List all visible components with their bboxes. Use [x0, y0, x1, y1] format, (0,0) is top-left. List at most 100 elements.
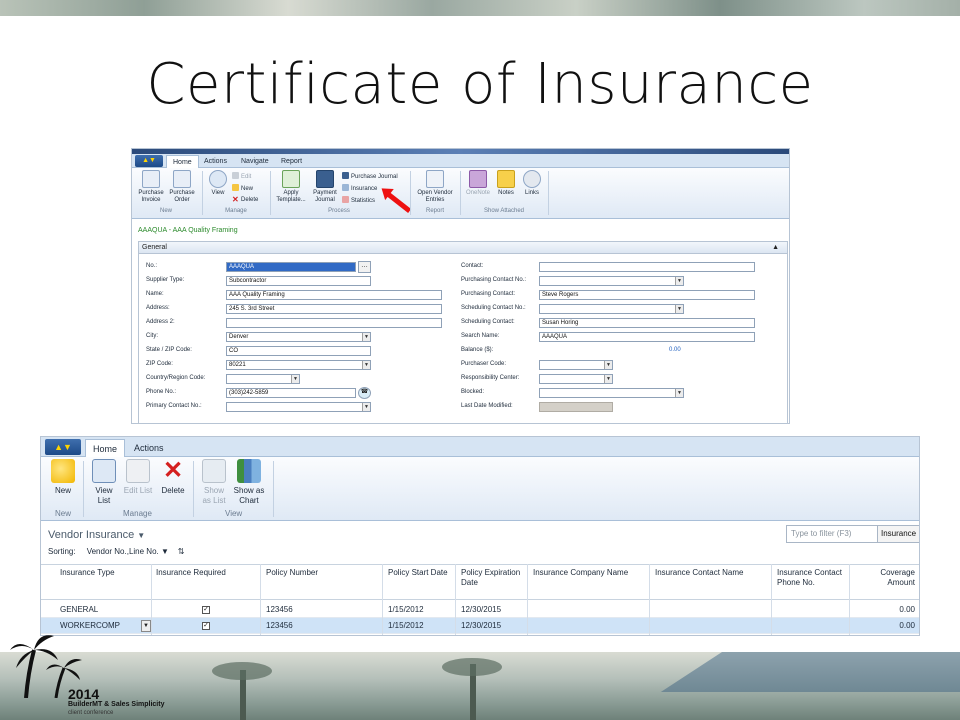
view-list-button[interactable]: View List	[89, 459, 119, 506]
statistics-button[interactable]: Statistics	[342, 196, 375, 205]
new-button[interactable]: New	[49, 459, 77, 496]
chevron-down-icon[interactable]: ▼	[362, 333, 370, 341]
balance-value[interactable]: 0.00	[669, 347, 681, 353]
policy-number-cell[interactable]: 123456	[262, 618, 297, 634]
contact-field[interactable]	[539, 262, 755, 272]
chevron-down-icon[interactable]: ▼	[137, 531, 145, 540]
tab-report[interactable]: Report	[275, 155, 308, 168]
purchasing-contact-field[interactable]: Steve Rogers	[539, 290, 755, 300]
field-label: City:	[146, 333, 158, 339]
country-region-field[interactable]: ▼	[226, 374, 300, 384]
column-header[interactable]: Policy Start Date	[384, 565, 454, 581]
policy-expiration-date-cell[interactable]: 12/30/2015	[457, 618, 505, 634]
links-button[interactable]: Links	[520, 168, 544, 197]
state-field[interactable]: CO	[226, 346, 371, 356]
purchase-invoice-button[interactable]: Purchase Invoice	[136, 168, 166, 204]
supplier-type-field[interactable]: Subcontractor	[226, 276, 371, 286]
chevron-down-icon[interactable]: ▼	[675, 305, 683, 313]
policy-number-cell[interactable]: 123456	[262, 602, 297, 618]
filter-input[interactable]: Type to filter (F3)	[786, 525, 878, 543]
show-as-list-button[interactable]: Show as List	[199, 459, 229, 506]
show-as-chart-button[interactable]: Show as Chart	[231, 459, 267, 506]
notes-icon	[497, 170, 515, 188]
column-header[interactable]: Policy Expiration Date	[457, 565, 527, 591]
notes-button[interactable]: Notes	[494, 168, 518, 197]
address-field[interactable]: 245 S. 3rd Street	[226, 304, 442, 314]
insurance-company-cell[interactable]	[529, 618, 537, 624]
column-header[interactable]: Insurance Contact Name	[651, 565, 769, 581]
chevron-down-icon[interactable]: ▼	[362, 403, 370, 411]
scheduling-contact-no-field[interactable]: ▼	[539, 304, 684, 314]
insurance-phone-cell[interactable]	[773, 618, 781, 624]
policy-expiration-date-cell[interactable]: 12/30/2015	[457, 602, 505, 618]
tab-home[interactable]: Home	[85, 439, 126, 457]
name-field[interactable]: AAA Quality Framing	[226, 290, 442, 300]
sort-direction-icon[interactable]: ⇅	[178, 547, 185, 556]
table-row[interactable]: GENERAL ✓ 123456 1/15/2012 12/30/2015 0.…	[41, 602, 919, 618]
tab-home[interactable]: Home	[166, 155, 199, 168]
delete-button[interactable]: ✕ Delete	[157, 459, 189, 496]
search-name-field[interactable]: AAAQUA	[539, 332, 755, 342]
payment-journal-button[interactable]: Payment Journal	[310, 168, 340, 204]
chevron-down-icon[interactable]: ▼	[604, 375, 612, 383]
collapse-icon[interactable]: ▲	[772, 242, 779, 254]
tab-actions[interactable]: Actions	[198, 155, 233, 168]
chevron-down-icon[interactable]: ▼	[291, 375, 299, 383]
view-button[interactable]: View	[206, 168, 230, 197]
zip-code-field[interactable]: 80221 ▼	[226, 360, 371, 370]
column-header[interactable]: Insurance Company Name	[529, 565, 647, 581]
responsibility-center-field[interactable]: ▼	[539, 374, 613, 384]
city-field[interactable]: Denver ▼	[226, 332, 371, 342]
blocked-field[interactable]: ▼	[539, 388, 684, 398]
chevron-down-icon[interactable]: ▼	[362, 361, 370, 369]
insurance-required-checkbox[interactable]: ✓	[202, 606, 210, 614]
onenote-button[interactable]: OneNote	[464, 168, 492, 197]
edit-list-button[interactable]: Edit List	[123, 459, 153, 496]
insurance-company-cell[interactable]	[529, 602, 537, 608]
column-header[interactable]: Insurance Contact Phone No.	[773, 565, 849, 591]
new-button[interactable]: New	[232, 184, 253, 193]
column-header[interactable]: Insurance Type	[56, 565, 151, 581]
purchase-order-button[interactable]: Purchase Order	[168, 168, 196, 204]
open-vendor-entries-button[interactable]: Open Vendor Entries	[414, 168, 456, 204]
delete-button[interactable]: ✕ Delete	[232, 196, 258, 204]
chevron-down-icon[interactable]: ▼	[604, 361, 612, 369]
fasttab-header[interactable]: General ▲	[139, 242, 787, 254]
insurance-phone-cell[interactable]	[773, 602, 781, 608]
column-header[interactable]: Policy Number	[262, 565, 380, 581]
ribbon-separator	[202, 171, 203, 215]
phone-icon[interactable]: ☎	[358, 387, 371, 399]
insurance-contact-cell[interactable]	[651, 602, 659, 608]
purchaser-code-field[interactable]: ▼	[539, 360, 613, 370]
apply-template-button[interactable]: Apply Template...	[274, 168, 308, 204]
insurance-type-cell[interactable]: GENERAL	[56, 602, 102, 618]
sorting-select[interactable]: Vendor No.,Line No. ▼	[87, 547, 169, 556]
purchase-journal-button[interactable]: Purchase Journal	[342, 172, 398, 181]
lookup-button[interactable]: …	[358, 261, 371, 273]
primary-contact-no-field[interactable]: ▼	[226, 402, 371, 412]
vendor-no-field[interactable]: AAAQUA	[226, 262, 356, 272]
scheduling-contact-field[interactable]: Susan Horing	[539, 318, 755, 328]
table-row-selected[interactable]: WORKERCOMP ▼ ✓ 123456 1/15/2012 12/30/20…	[41, 618, 919, 634]
chevron-down-icon[interactable]: ▼	[675, 277, 683, 285]
edit-button[interactable]: Edit	[232, 172, 251, 181]
column-header[interactable]: Insurance Required	[152, 565, 260, 581]
coverage-amount-cell[interactable]: 0.00	[851, 618, 919, 634]
column-header[interactable]: Coverage Amount	[851, 565, 919, 591]
application-menu-button[interactable]: ▲▼	[45, 439, 81, 455]
phone-no-field[interactable]: (303)242-5859	[226, 388, 356, 398]
filter-field-select[interactable]: Insurance ▼	[877, 525, 919, 543]
purchasing-contact-no-field[interactable]: ▼	[539, 276, 684, 286]
group-new-label: New	[159, 208, 172, 214]
chevron-down-icon[interactable]: ▼	[675, 389, 683, 397]
insurance-contact-cell[interactable]	[651, 618, 659, 624]
tab-navigate[interactable]: Navigate	[235, 155, 275, 168]
address-2-field[interactable]	[226, 318, 442, 328]
policy-start-date-cell[interactable]: 1/15/2012	[384, 602, 428, 618]
insurance-button[interactable]: Insurance	[342, 184, 377, 193]
insurance-required-checkbox[interactable]: ✓	[202, 622, 210, 630]
application-menu-button[interactable]: ▲▼	[135, 155, 163, 167]
policy-start-date-cell[interactable]: 1/15/2012	[384, 618, 428, 634]
tab-actions[interactable]: Actions	[127, 439, 171, 457]
coverage-amount-cell[interactable]: 0.00	[851, 602, 919, 618]
